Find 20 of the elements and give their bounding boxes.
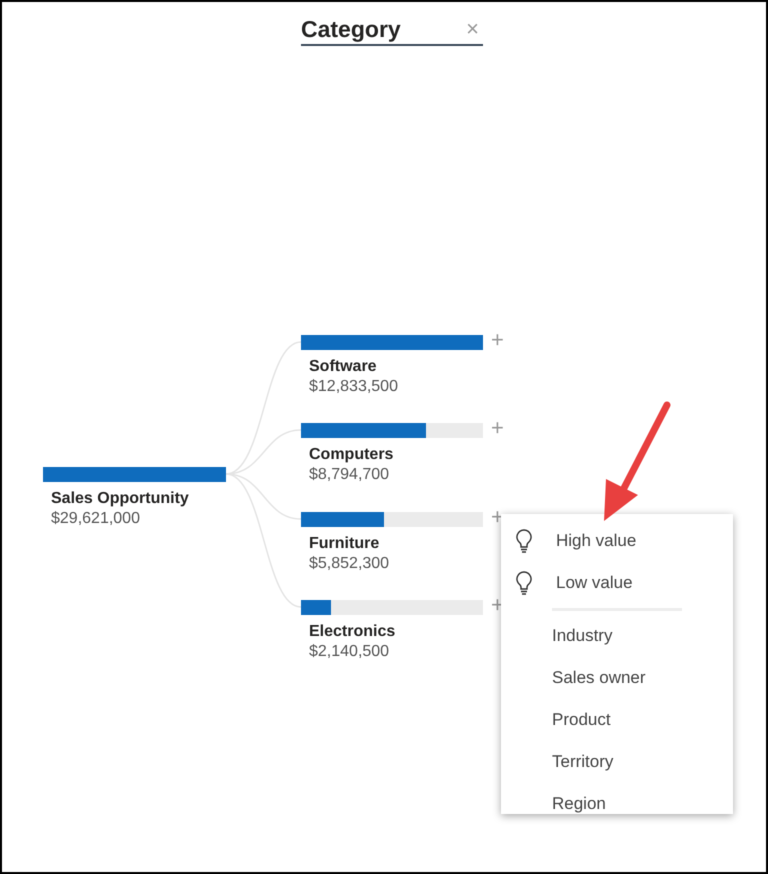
menu-item[interactable]: Low value — [556, 570, 633, 596]
node-label[interactable]: Furniture — [309, 536, 380, 552]
node-value: $2,140,500 — [309, 644, 390, 660]
node-value: $8,794,700 — [309, 467, 390, 483]
menu-item[interactable]: Region — [552, 791, 606, 817]
menu-item[interactable]: High value — [556, 528, 636, 554]
visual-title: Category — [301, 18, 401, 40]
node-value: $12,833,500 — [309, 379, 398, 395]
node-value: $29,621,000 — [51, 511, 140, 527]
node-label[interactable]: Software — [309, 359, 377, 375]
node-label[interactable]: Electronics — [309, 624, 396, 640]
menu-item[interactable]: Industry — [552, 623, 612, 649]
menu-item[interactable]: Product — [552, 707, 611, 733]
node-label[interactable]: Computers — [309, 447, 394, 463]
lightbulb-icon — [516, 529, 532, 553]
node-label[interactable]: Sales Opportunity — [51, 491, 189, 507]
node-value: $5,852,300 — [309, 556, 390, 572]
menu-item[interactable]: Territory — [552, 749, 614, 775]
lightbulb-icon — [516, 571, 532, 595]
menu-item[interactable]: Sales owner — [552, 665, 646, 691]
